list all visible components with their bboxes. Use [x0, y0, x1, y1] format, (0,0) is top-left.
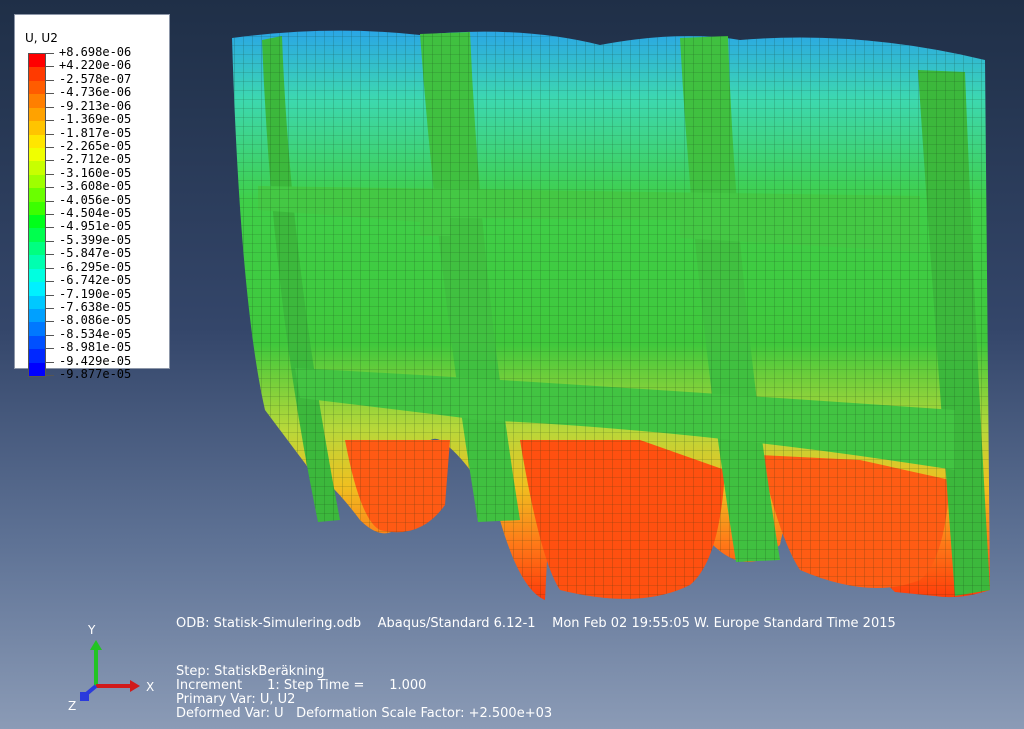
step-info: Step: StatiskBeräkning [176, 664, 325, 679]
odb-info: ODB: Statisk-Simulering.odb Abaqus/Stand… [176, 616, 896, 631]
increment-info: Increment 1: Step Time = 1.000 [176, 678, 427, 693]
axis-triad: Y X Z [68, 623, 154, 713]
primary-var-info: Primary Var: U, U2 [176, 692, 296, 707]
y-axis-label: Y [87, 623, 96, 637]
x-axis-label: X [146, 680, 154, 694]
deformed-var-info: Deformed Var: U Deformation Scale Factor… [176, 706, 553, 721]
z-axis-label: Z [68, 699, 76, 713]
deformed-bulges [345, 440, 950, 599]
